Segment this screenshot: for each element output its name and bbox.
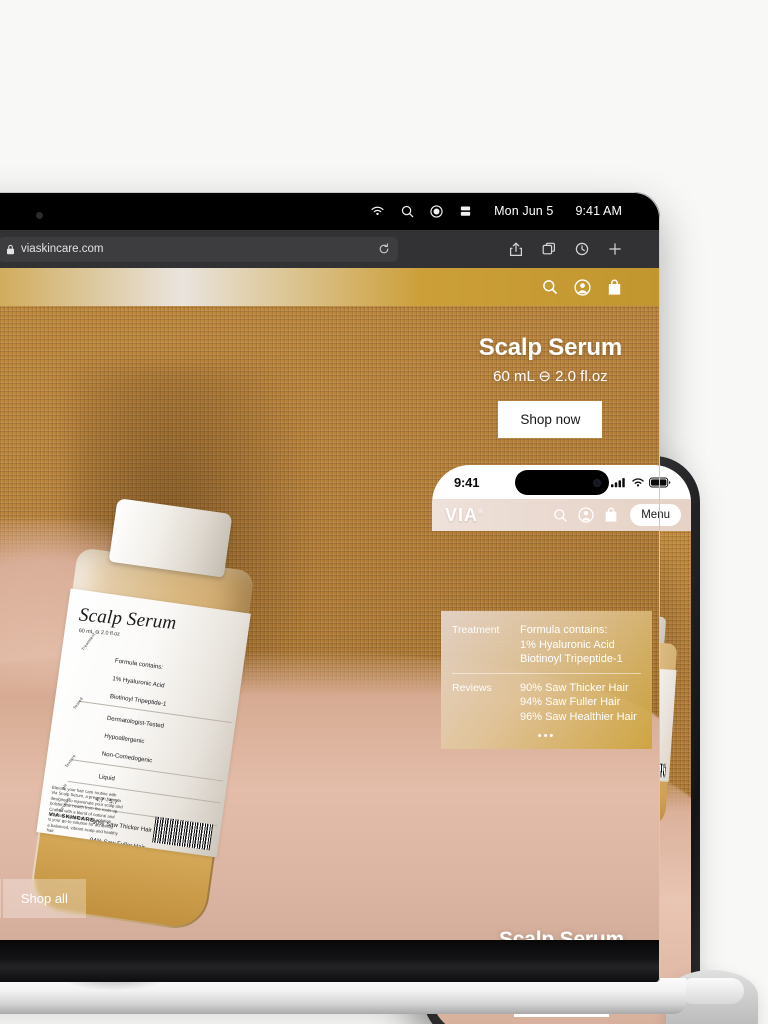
menu-button[interactable]: Menu (630, 504, 681, 526)
website-viewport: hop About Blog (0, 268, 660, 940)
share-icon[interactable] (509, 242, 523, 257)
hero-title: Scalp Serum (478, 334, 622, 361)
info-row-value: Formula contains: 1% Hyaluronic Acid Bio… (520, 624, 623, 665)
bag-icon[interactable] (604, 507, 618, 523)
battery-icon (649, 477, 671, 488)
front-camera-icon (592, 478, 601, 487)
product-info-card: Treatment Formula contains: 1% Hyaluroni… (441, 611, 652, 749)
category-toners[interactable]: Toners (0, 879, 1, 918)
history-icon[interactable] (575, 242, 589, 256)
shop-now-button[interactable]: Shop now (498, 401, 603, 438)
control-center-icon[interactable] (430, 204, 443, 218)
label-row-key: Tested (71, 695, 84, 710)
label-row-key: Texture (63, 752, 77, 769)
info-row: Treatment Formula contains: 1% Hyaluroni… (452, 621, 641, 673)
browser-actions (509, 242, 622, 257)
site-navbar: hop About Blog (0, 268, 660, 306)
bottle-label: Scalp Serum 60 mL ⊖ 2.0 fl.oz Treatment … (36, 588, 251, 858)
lock-icon (6, 244, 15, 255)
label-row-value: Formula contains: 1% Hyaluronic Acid Bio… (109, 656, 167, 708)
macos-menubar: Mon Jun 5 9:41 AM (0, 192, 660, 230)
mobile-nav-actions: Menu (553, 504, 681, 526)
menubar-time: 9:41 AM (575, 204, 622, 218)
search-icon[interactable] (553, 508, 568, 523)
search-icon[interactable] (401, 205, 414, 218)
wifi-icon[interactable] (370, 205, 385, 217)
account-icon[interactable] (578, 507, 594, 523)
site-nav-actions (542, 278, 622, 296)
info-row-value: 90% Saw Thicker Hair 94% Saw Fuller Hair… (520, 681, 637, 723)
account-icon[interactable] (574, 278, 591, 296)
scene: Mon Jun 5 9:41 AM viaskincare.com Scalp … (0, 0, 768, 1024)
hero-block-desktop: Scalp Serum 60 mL ⊖ 2.0 fl.oz Shop now (479, 334, 622, 438)
reload-icon[interactable] (378, 243, 390, 255)
cellular-icon (611, 477, 627, 488)
search-icon[interactable] (542, 279, 558, 295)
category-shop-all[interactable]: Shop all (2, 879, 86, 918)
display-icon[interactable] (459, 205, 472, 218)
category-bar: sturizers Exfoliators Toners Shop all (0, 879, 86, 918)
new-tab-icon[interactable] (608, 242, 622, 256)
menubar-date: Mon Jun 5 (494, 204, 554, 218)
label-row-value: Liquid (98, 773, 116, 783)
label-row-value: Dermatologist-Tested Hypoallergenic Non-… (101, 715, 165, 765)
wifi-icon (631, 477, 645, 488)
status-time: 9:41 (454, 474, 480, 490)
url-text: viaskincare.com (21, 243, 104, 255)
status-indicators (611, 477, 671, 488)
bag-icon[interactable] (607, 279, 622, 296)
info-row-key: Treatment (452, 624, 500, 636)
info-row-key: Reviews (452, 681, 492, 694)
laptop-lid-bottom (0, 940, 660, 982)
dynamic-island (514, 470, 609, 495)
hero-subtitle: 60 mL ⊖ 2.0 fl.oz (493, 368, 608, 385)
info-row: Reviews 90% Saw Thicker Hair 94% Saw Ful… (452, 672, 641, 731)
browser-toolbar: viaskincare.com (0, 230, 660, 268)
tabs-icon[interactable] (542, 242, 556, 256)
webcam-dot (36, 212, 43, 219)
laptop-screen-body: Mon Jun 5 9:41 AM viaskincare.com Scalp … (0, 192, 660, 982)
laptop-device: Mon Jun 5 9:41 AM viaskincare.com Scalp … (0, 192, 686, 1014)
more-indicator[interactable]: ••• (452, 730, 641, 743)
brand-logo[interactable]: VIA® (445, 505, 484, 526)
address-bar[interactable]: viaskincare.com (0, 236, 398, 262)
mobile-navbar: VIA® Menu (432, 499, 691, 531)
laptop-base-deck (0, 978, 686, 1014)
